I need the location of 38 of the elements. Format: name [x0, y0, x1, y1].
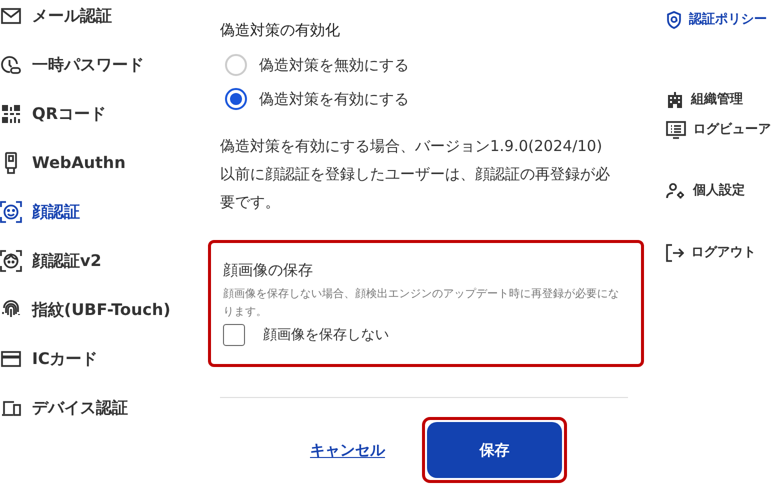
note-text: 偽造対策を有効にする場合、バージョン1.9.0(2024/10)以前に顔認証を登録したユーザーは、顔認証の再登録が必要です。	[220, 136, 611, 212]
qr-code-icon	[0, 104, 22, 122]
logout-icon	[666, 244, 684, 262]
save-button[interactable]: 保存	[427, 422, 562, 478]
person-gear-icon	[666, 182, 686, 200]
radio-option[interactable]: 偽造対策を無効にする	[225, 54, 644, 76]
nav-item[interactable]: 個人設定	[666, 182, 780, 200]
radio-button[interactable]	[225, 88, 247, 110]
sidebar-item[interactable]: WebAuthn	[0, 138, 208, 187]
clock-icon	[0, 54, 22, 74]
sidebar-item[interactable]: 顔認証v2	[0, 236, 208, 285]
face-scan-icon	[0, 250, 22, 272]
fingerprint-icon	[0, 300, 22, 320]
nav-item[interactable]: ログアウト	[666, 244, 780, 262]
nav-item[interactable]: 組織管理	[666, 91, 780, 109]
card-icon	[0, 350, 22, 366]
envelope-icon	[0, 8, 22, 24]
sidebar-item[interactable]: メール認証	[0, 0, 208, 40]
sidebar-item[interactable]: 顔認証	[0, 187, 208, 236]
sidebar-item[interactable]: 指紋(UBF-Touch)	[0, 285, 208, 334]
checkbox[interactable]	[223, 324, 245, 346]
sidebar-item[interactable]: QRコード	[0, 89, 208, 138]
cancel-link[interactable]: キャンセル	[310, 438, 385, 462]
face-scan-icon	[0, 200, 22, 222]
building-icon	[666, 91, 684, 109]
sidebar-item[interactable]: デバイス認証	[0, 383, 208, 432]
monitor-list-icon	[666, 121, 686, 139]
devices-icon	[0, 400, 22, 416]
sidebar-item[interactable]: 一時パスワード	[0, 40, 208, 89]
hint-text: 顔画像を保存しない場合、顔検出エンジンのアップデート時に再登録が必要になります。	[223, 286, 619, 320]
radio-option[interactable]: 偽造対策を有効にする	[225, 88, 644, 110]
section-title: 偽造対策の有効化	[220, 20, 341, 41]
shield-icon	[666, 11, 682, 29]
section-title: 顔画像の保存	[223, 260, 314, 280]
nav-item[interactable]: ログビューア	[666, 121, 780, 139]
nav-item[interactable]: 認証ポリシー	[666, 11, 780, 29]
checkbox-option[interactable]: 顔画像を保存しない	[223, 324, 629, 346]
sidebar-item[interactable]: ICカード	[0, 334, 208, 383]
